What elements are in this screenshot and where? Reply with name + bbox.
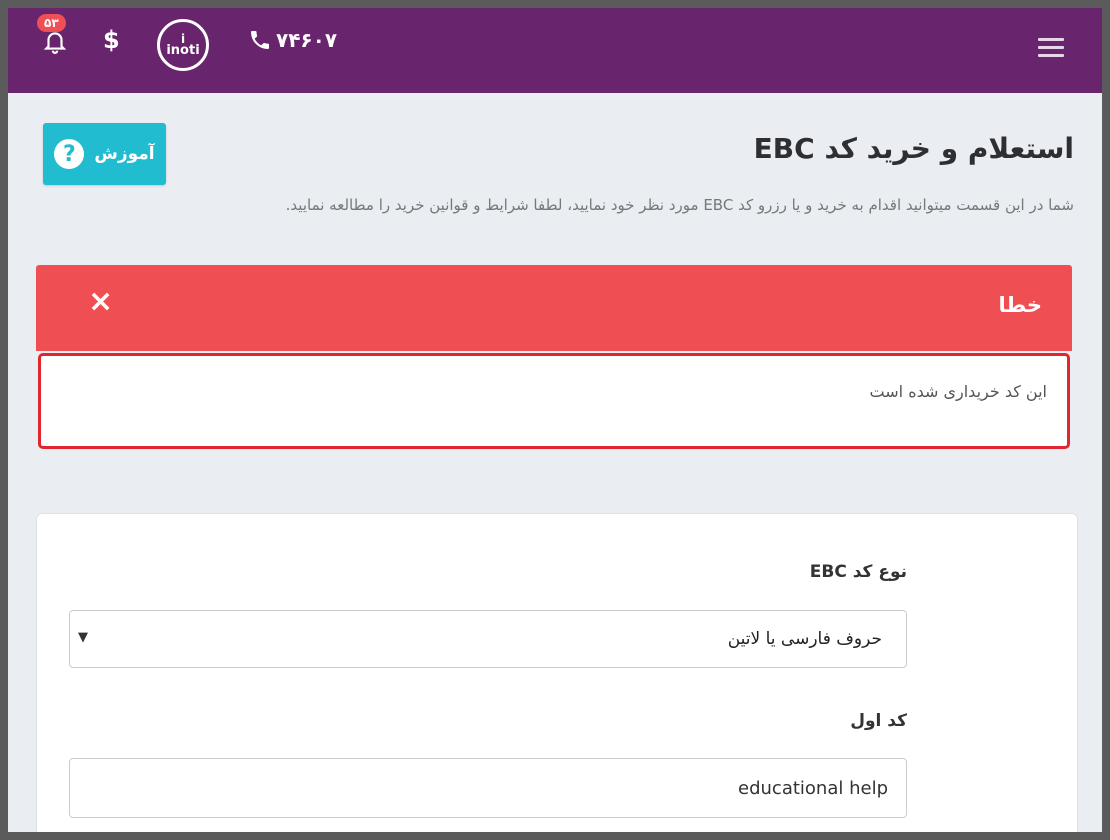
logo-text: inoti xyxy=(166,43,200,58)
error-alert-header: خطا × xyxy=(36,265,1072,351)
ebc-type-select[interactable]: حروف فارسی یا لاتین ▼ xyxy=(69,610,907,668)
error-message: این کد خریداری شده است xyxy=(869,382,1047,401)
phone-number: ۷۴۶۰۷ xyxy=(276,28,338,52)
tutorial-button[interactable]: ? آموزش xyxy=(43,123,166,185)
notification-badge: ۵۳ xyxy=(37,14,66,32)
dropdown-arrow-icon: ▼ xyxy=(78,630,88,645)
phone-icon xyxy=(251,31,269,49)
ebc-form-card: نوع کد EBC حروف فارسی یا لاتین ▼ کد اول xyxy=(36,513,1078,832)
first-code-input[interactable] xyxy=(69,758,907,818)
top-navbar: ۷۴۶۰۷ i inoti $ ۵۳ xyxy=(8,8,1102,93)
ebc-type-selected-value: حروف فارسی یا لاتین xyxy=(727,629,882,649)
ebc-type-label: نوع کد EBC xyxy=(809,562,907,582)
hamburger-menu-icon[interactable] xyxy=(1038,38,1064,58)
page-title: استعلام و خرید کد EBC xyxy=(753,132,1074,165)
error-alert-title: خطا xyxy=(998,293,1042,317)
inoti-logo[interactable]: i inoti xyxy=(157,19,209,71)
app-frame: ۷۴۶۰۷ i inoti $ ۵۳ ? آموزش استعلام و خری… xyxy=(8,8,1102,832)
tutorial-label: آموزش xyxy=(94,144,155,164)
error-alert-body: این کد خریداری شده است xyxy=(38,353,1070,449)
first-code-label: کد اول xyxy=(850,711,907,731)
phone-link[interactable]: ۷۴۶۰۷ xyxy=(248,28,337,52)
dollar-icon[interactable]: $ xyxy=(103,26,120,54)
page-subtitle: شما در این قسمت میتوانید اقدام به خرید و… xyxy=(285,196,1074,214)
question-icon: ? xyxy=(54,139,85,169)
close-icon[interactable]: × xyxy=(88,287,113,317)
